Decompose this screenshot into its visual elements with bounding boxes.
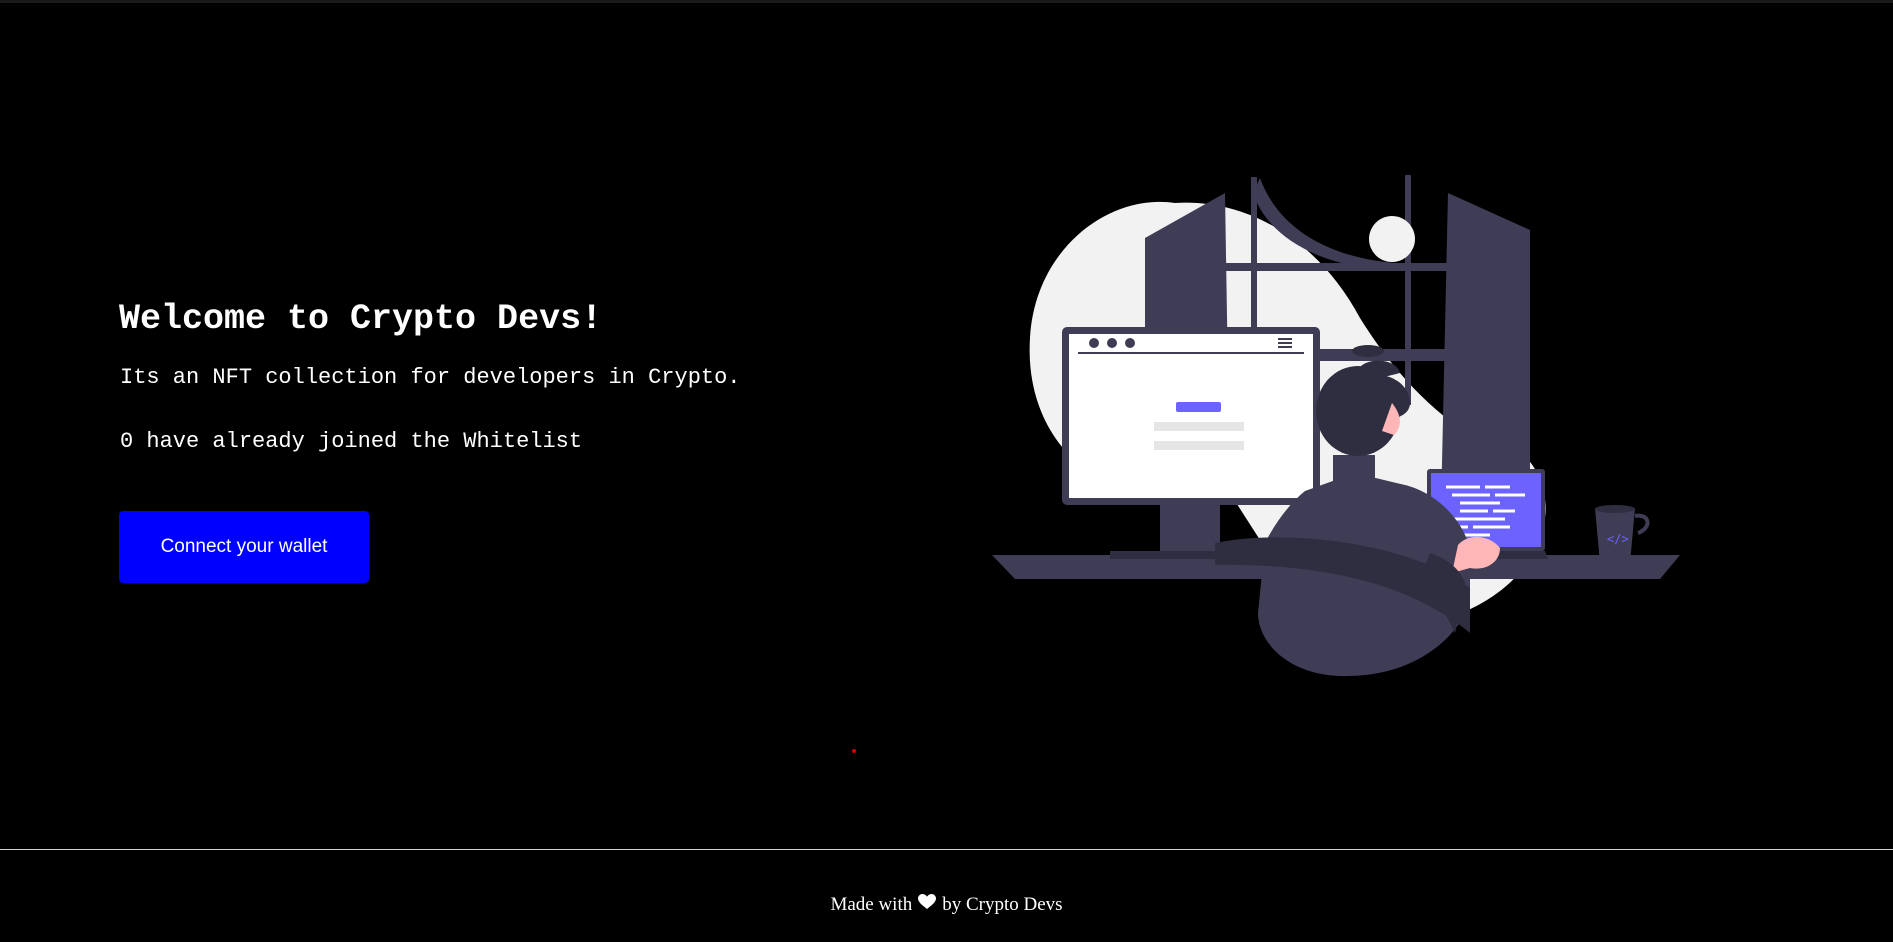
- page: Welcome to Crypto Devs! Its an NFT colle…: [0, 0, 1893, 942]
- hero-section: Welcome to Crypto Devs! Its an NFT colle…: [0, 3, 1893, 849]
- footer-prefix: Made with: [830, 894, 913, 915]
- svg-text:</>: </>: [1607, 532, 1629, 546]
- red-dot: [852, 749, 856, 753]
- intro-block: Welcome to Crypto Devs! Its an NFT colle…: [119, 293, 879, 459]
- page-title: Welcome to Crypto Devs!: [119, 299, 603, 339]
- whitelist-count-text: 0 have already joined the Whitelist: [120, 429, 583, 454]
- collection-description: Its an NFT collection for developers in …: [120, 365, 741, 390]
- connect-wallet-button[interactable]: Connect your wallet: [119, 511, 369, 583]
- footer: Made with by Crypto Devs: [0, 849, 1893, 942]
- footer-suffix: by Crypto Devs: [942, 894, 1063, 915]
- developer-illustration: </>: [992, 175, 1680, 677]
- heart-icon: [918, 894, 937, 916]
